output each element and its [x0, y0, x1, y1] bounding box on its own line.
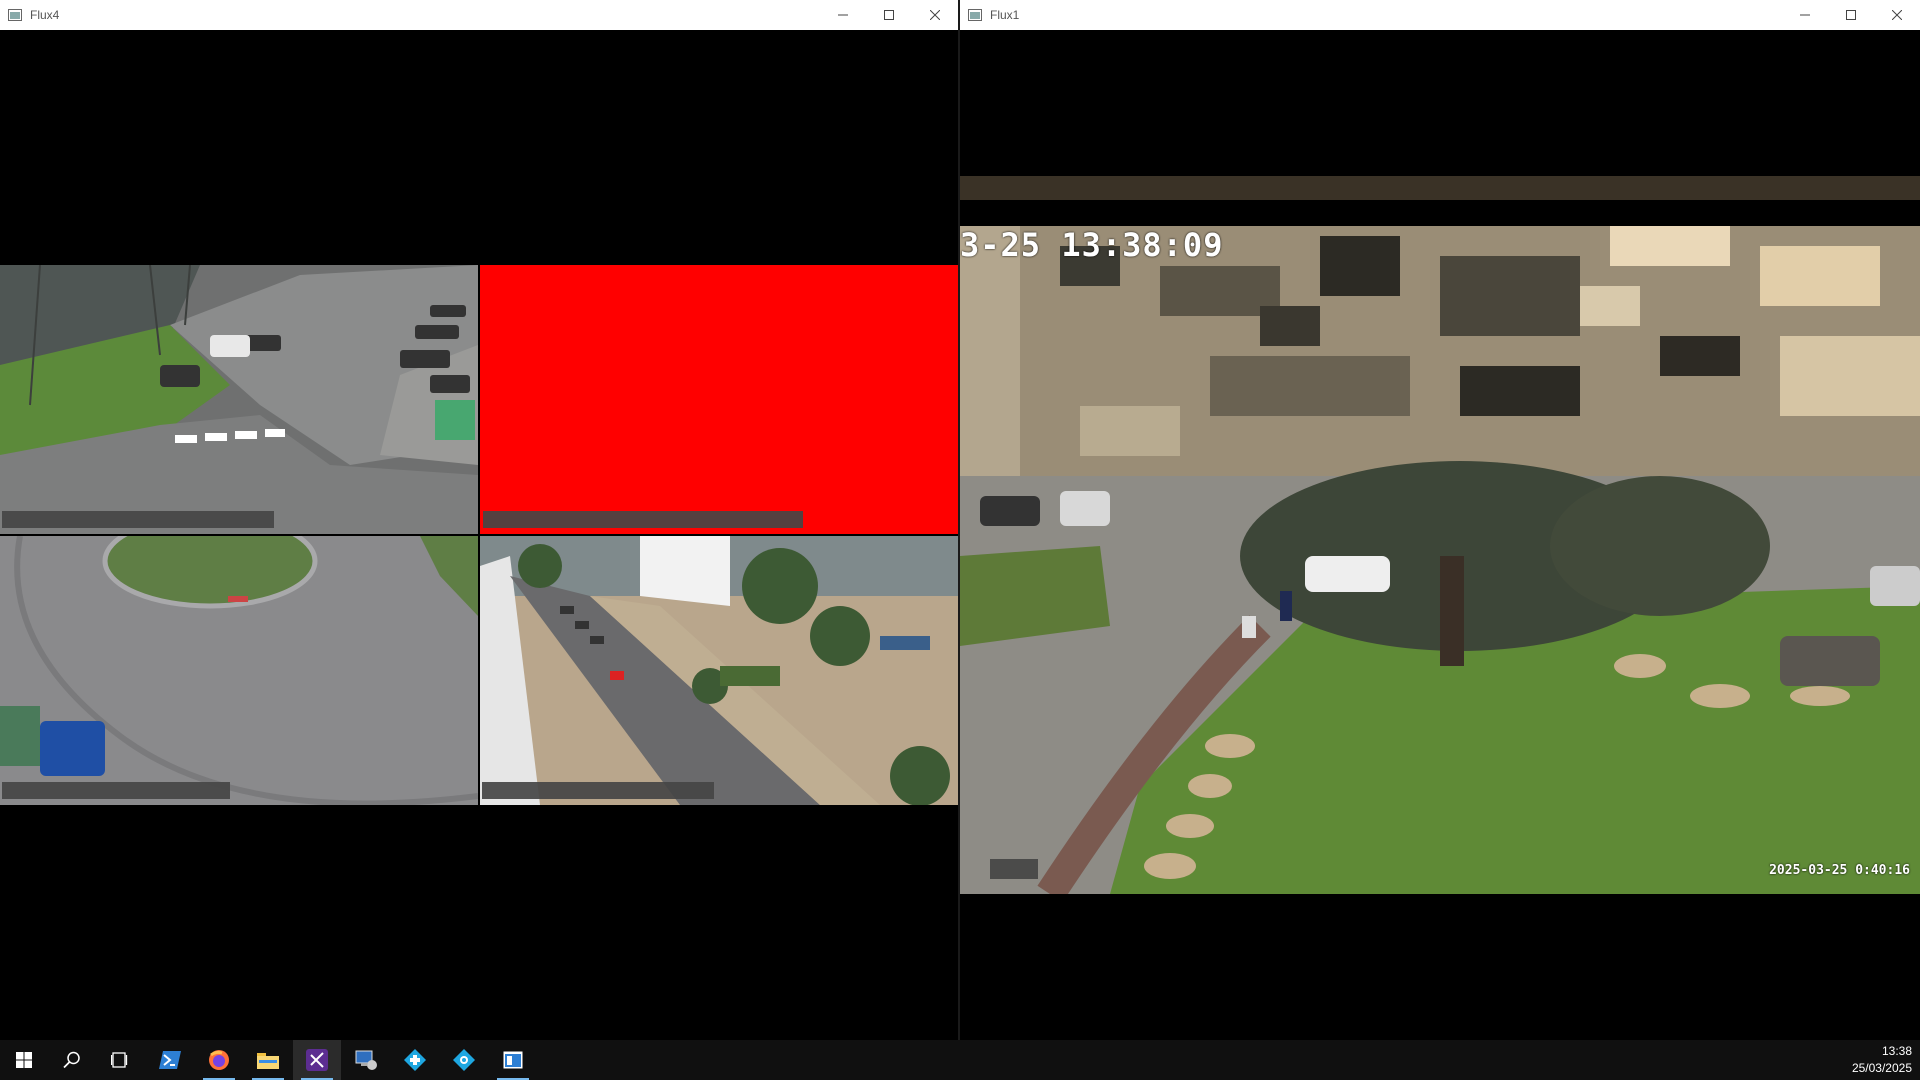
task-view-icon [111, 1052, 128, 1068]
taskbar-firefox[interactable] [195, 1040, 243, 1080]
taskbar-file-explorer[interactable] [244, 1040, 292, 1080]
minimize-icon [1800, 14, 1810, 16]
minimize-icon [838, 14, 848, 16]
clock-time: 13:38 [1881, 1044, 1912, 1058]
window-title: Flux4 [30, 8, 60, 22]
file-explorer-icon [257, 1053, 279, 1069]
camera-label-bar [990, 859, 1038, 879]
remote-desktop-icon [355, 1050, 377, 1070]
taskbar-network-app[interactable] [391, 1040, 439, 1080]
search-icon [63, 1051, 80, 1069]
street-aerial-feed-image [480, 536, 958, 805]
clock-date: 25/03/2025 [1851, 1061, 1912, 1075]
powershell-icon [159, 1051, 181, 1069]
camera-feed-3[interactable] [0, 536, 478, 805]
network-app-icon [404, 1049, 426, 1071]
taskbar-settings-app[interactable] [440, 1040, 488, 1080]
timestamp-top: 3-25 13:38:09 [960, 226, 1224, 264]
camera-label-bar [483, 511, 803, 528]
close-button[interactable] [1874, 0, 1920, 30]
visual-studio-icon [306, 1049, 328, 1071]
camera-label-bar [2, 511, 274, 528]
taskbar: 13:38 25/03/2025 [0, 1040, 1920, 1080]
camera-feed-2-no-signal[interactable] [480, 265, 958, 534]
taskbar-powershell[interactable] [146, 1040, 194, 1080]
system-clock[interactable]: 13:38 25/03/2025 [1852, 1043, 1912, 1077]
app-window-icon [8, 9, 22, 21]
timestamp-bottom: 2025-03-25 0:40:16 [1769, 863, 1910, 878]
maximize-button[interactable] [1828, 0, 1874, 30]
close-icon [1892, 10, 1902, 20]
parking-lot-feed-image [0, 265, 478, 534]
close-button[interactable] [912, 0, 958, 30]
maximize-icon [1846, 10, 1856, 20]
task-view-button[interactable] [96, 1040, 144, 1080]
search-button[interactable] [48, 1040, 96, 1080]
start-icon [16, 1052, 32, 1068]
roundabout-feed-image [0, 536, 478, 805]
maximize-icon [884, 10, 894, 20]
start-button[interactable] [0, 1040, 48, 1080]
taskbar-visual-studio[interactable] [293, 1040, 341, 1080]
camera-label-bar [482, 782, 714, 799]
flux1-window[interactable]: Flux1 3-25 13:38:09 2025-03-25 0:40:16 [960, 0, 1920, 1040]
taskbar-video-viewer[interactable] [489, 1040, 537, 1080]
flux4-window[interactable]: Flux4 [0, 0, 958, 1040]
close-icon [930, 10, 940, 20]
minimize-button[interactable] [820, 0, 866, 30]
maximize-button[interactable] [866, 0, 912, 30]
video-top-strip [960, 176, 1920, 200]
taskbar-remote-desktop[interactable] [342, 1040, 390, 1080]
camera-feed-1[interactable] [0, 265, 478, 534]
flux1-titlebar[interactable]: Flux1 [960, 0, 1920, 30]
camera-label-bar [2, 782, 230, 799]
settings-app-icon [453, 1049, 475, 1071]
app-window-icon [968, 9, 982, 21]
camera-feed-main[interactable]: 3-25 13:38:09 2025-03-25 0:40:16 [960, 226, 1920, 894]
minimize-button[interactable] [1782, 0, 1828, 30]
camera-feed-4[interactable] [480, 536, 958, 805]
video-viewer-icon [503, 1051, 523, 1069]
window-title: Flux1 [990, 8, 1020, 22]
firefox-icon [209, 1050, 229, 1070]
courtyard-feed-image [960, 226, 1920, 894]
flux4-titlebar[interactable]: Flux4 [0, 0, 958, 30]
